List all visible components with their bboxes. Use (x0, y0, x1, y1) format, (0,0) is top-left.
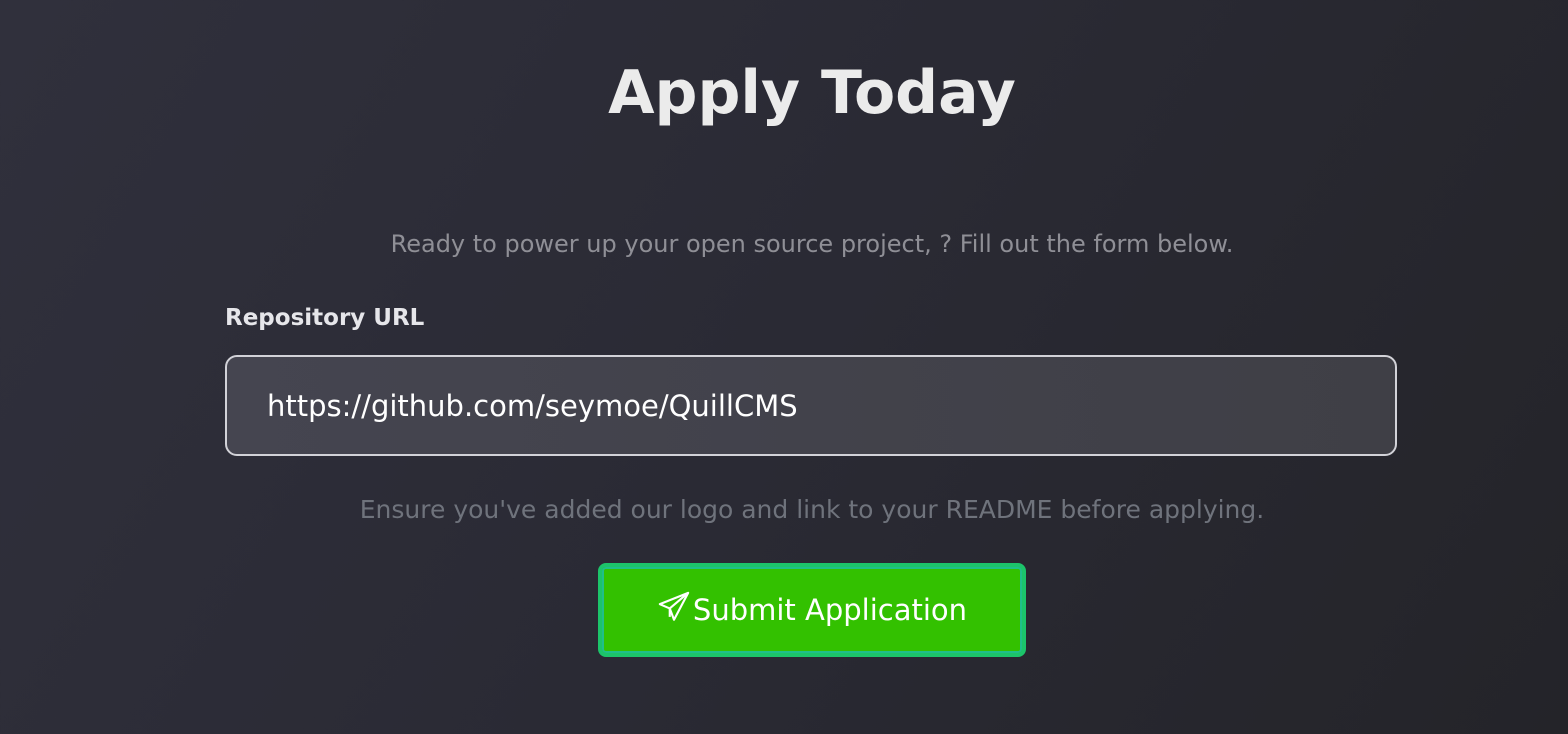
page-subtitle: Ready to power up your open source proje… (390, 230, 1234, 258)
submit-label: Submit Application (692, 593, 968, 627)
readme-note: Ensure you've added our logo and link to… (359, 495, 1265, 524)
repository-url-input[interactable] (225, 355, 1397, 456)
repository-url-label: Repository URL (225, 305, 425, 331)
paper-plane-icon (657, 590, 691, 631)
submit-application-button[interactable]: Submit Application (598, 563, 1026, 657)
page-title: Apply Today (608, 58, 1016, 128)
